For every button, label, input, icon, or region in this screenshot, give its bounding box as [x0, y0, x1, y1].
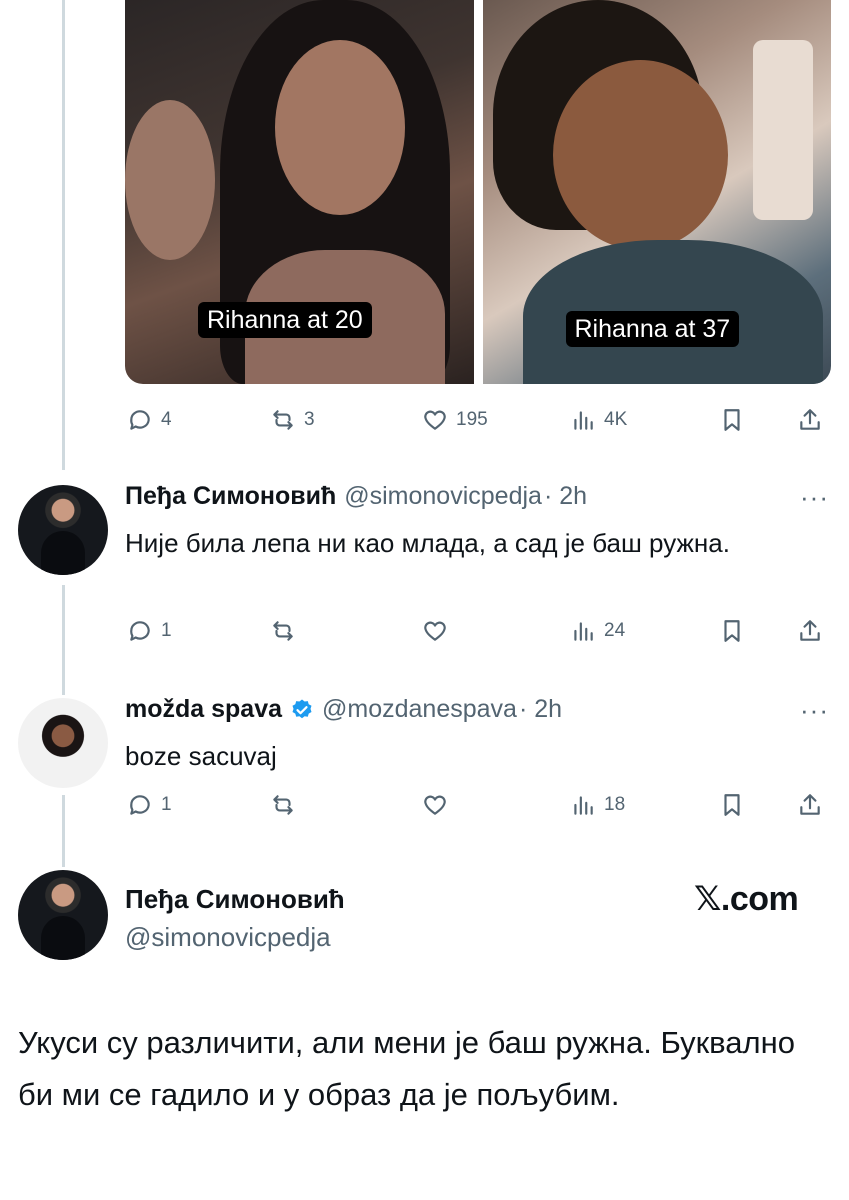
share-button[interactable] [797, 613, 823, 649]
views-icon [574, 411, 593, 430]
share-icon [800, 620, 820, 641]
bookmark-button[interactable] [719, 402, 745, 438]
views-button[interactable]: 24 [570, 613, 625, 649]
reply-text: boze sacuvaj [125, 741, 277, 771]
reply-actions: 1 18 [125, 787, 831, 823]
heart-icon [424, 621, 446, 641]
user-handle[interactable]: @simonovicpedja [344, 482, 542, 511]
bookmark-icon [724, 409, 740, 431]
display-name[interactable]: možda spava [125, 695, 282, 724]
views-icon [574, 796, 593, 815]
like-button[interactable]: 195 [422, 402, 488, 438]
views-count: 24 [604, 620, 626, 641]
like-button[interactable] [422, 787, 448, 823]
display-name[interactable]: Пеђа Симоновић [125, 482, 336, 511]
bookmark-icon [724, 620, 740, 642]
display-name[interactable]: Пеђа Симоновић [125, 884, 345, 915]
reply-button[interactable]: 4 [127, 402, 172, 438]
media-image-left[interactable]: Rihanna at 20 [125, 0, 474, 384]
views-count: 18 [604, 794, 626, 815]
views-button[interactable]: 18 [570, 787, 625, 823]
thread-line [62, 585, 65, 695]
reply-count: 1 [161, 620, 172, 641]
share-button[interactable] [797, 402, 823, 438]
reply-actions: 1 24 [125, 613, 831, 649]
timestamp[interactable]: · 2h [519, 695, 562, 724]
reply-button[interactable]: 1 [127, 787, 172, 823]
user-handle[interactable]: @simonovicpedja [125, 922, 331, 953]
heart-icon [424, 795, 446, 815]
media-caption: Rihanna at 37 [565, 311, 740, 347]
share-button[interactable] [797, 787, 823, 823]
share-icon [800, 409, 820, 430]
repost-button[interactable]: 3 [270, 402, 315, 438]
thread-line [62, 795, 65, 867]
tweet-actions: 4 3 195 4K [125, 402, 831, 438]
heart-icon [424, 410, 446, 430]
repost-icon [273, 621, 293, 641]
avatar[interactable] [18, 485, 108, 575]
bookmark-button[interactable] [719, 787, 745, 823]
thread-line [62, 0, 65, 470]
like-button[interactable] [422, 613, 448, 649]
user-handle[interactable]: @mozdanespava [322, 695, 517, 724]
repost-button[interactable] [270, 787, 296, 823]
repost-icon [273, 410, 293, 430]
repost-button[interactable] [270, 613, 296, 649]
reply-count: 1 [161, 794, 172, 815]
more-options-button[interactable]: ··· [800, 482, 829, 513]
reply-button[interactable]: 1 [127, 613, 172, 649]
bookmark-icon [724, 794, 740, 816]
avatar[interactable] [18, 698, 108, 788]
media-caption: Rihanna at 20 [198, 302, 372, 338]
reply-header: možda spava @mozdanespava · 2h [125, 695, 562, 724]
reply-count: 4 [161, 409, 172, 430]
tweet-media[interactable]: Rihanna at 20 Rihanna at 37 [125, 0, 831, 384]
more-options-button[interactable]: ··· [800, 695, 829, 726]
repost-icon [273, 795, 293, 815]
bookmark-button[interactable] [719, 613, 745, 649]
timestamp[interactable]: · 2h [544, 482, 587, 511]
reply-icon [130, 795, 150, 815]
share-icon [800, 794, 820, 815]
tweet-text: Укуси су различити, али мени је баш ружн… [18, 1025, 795, 1112]
views-icon [574, 622, 593, 641]
verified-badge-icon [290, 698, 314, 722]
like-count: 195 [456, 409, 488, 430]
x-logo: 𝕏.com [694, 880, 799, 918]
views-count: 4K [604, 409, 628, 430]
media-image-right[interactable]: Rihanna at 37 [482, 0, 831, 384]
reply-text: Није била лепа ни као млада, а сад је ба… [125, 528, 730, 558]
repost-count: 3 [304, 409, 315, 430]
avatar[interactable] [18, 870, 108, 960]
reply-header: Пеђа Симоновић @simonovicpedja · 2h [125, 482, 587, 511]
reply-icon [130, 621, 150, 641]
reply-icon [130, 410, 150, 430]
views-button[interactable]: 4K [570, 402, 627, 438]
